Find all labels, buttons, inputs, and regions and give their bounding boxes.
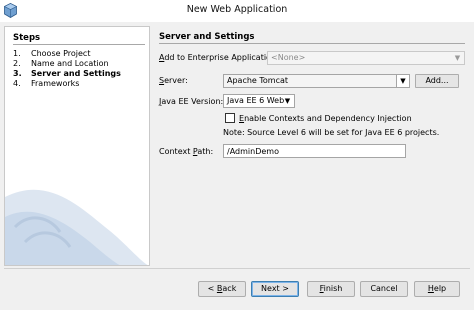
cancel-button[interactable]: Cancel (360, 281, 408, 297)
steps-heading-divider (13, 44, 145, 45)
step-label: Frameworks (31, 79, 80, 88)
step-number: 4. (13, 79, 21, 88)
add-server-button[interactable]: Add... (415, 74, 459, 88)
step-number: 1. (13, 49, 21, 58)
chevron-down-icon: ▼ (284, 97, 291, 105)
step-item: 1. Choose Project (13, 49, 90, 58)
label-text: dd to Enterprise Application: (164, 53, 279, 62)
server-label: Server: (159, 76, 188, 85)
select-value: Apache Tomcat (227, 76, 289, 85)
step-item: 4. Frameworks (13, 79, 79, 88)
finish-button[interactable]: Finish (307, 281, 355, 297)
steps-panel: Steps 1. Choose Project 2. Name and Locati… (4, 26, 150, 266)
chevron-down-icon: ▼ (454, 54, 461, 62)
button-text: ack (222, 284, 237, 293)
context-path-input[interactable] (224, 145, 405, 157)
content-heading-divider (159, 43, 465, 44)
label-text: ava EE Version: (161, 97, 224, 106)
button-text: elp (433, 284, 447, 293)
next-button[interactable]: Next > (251, 281, 299, 297)
step-number: 2. (13, 59, 21, 68)
step-item-current: 3. Server and Settings (13, 69, 121, 78)
context-path-label: Context Path: (159, 147, 213, 156)
content-panel: Server and Settings Add to Enterprise Ap… (151, 26, 470, 266)
enterprise-app-label: Add to Enterprise Application: (159, 53, 279, 62)
steps-heading: Steps (13, 33, 41, 43)
title-bar: New Web Application (0, 0, 474, 22)
window-title: New Web Application (186, 4, 288, 15)
label-text: nable Contexts and Dependency Injection (244, 114, 412, 123)
step-label: Choose Project (31, 49, 91, 58)
step-number: 3. (13, 69, 22, 78)
label-text: ath: (197, 147, 214, 156)
button-text: < (207, 284, 217, 293)
button-bar-divider (4, 268, 470, 269)
help-button[interactable]: Help (414, 281, 460, 297)
back-button[interactable]: < Back (198, 281, 246, 297)
java-ee-version-select[interactable]: Java EE 6 Web ▼ (223, 94, 295, 108)
enable-cdi-checkbox[interactable] (225, 113, 235, 123)
button-text: inish (323, 284, 343, 293)
enterprise-app-select[interactable]: <None> ▼ (267, 51, 465, 65)
label-text: erver: (164, 76, 188, 85)
enable-cdi-label[interactable]: Enable Contexts and Dependency Injection (239, 114, 412, 123)
select-value: <None> (271, 53, 306, 62)
content-heading: Server and Settings (159, 32, 255, 42)
label-text: Context (159, 147, 193, 156)
server-select[interactable]: Apache Tomcat ▼ (223, 74, 410, 88)
step-item: 2. Name and Location (13, 59, 109, 68)
step-label: Server and Settings (31, 69, 121, 78)
step-label: Name and Location (31, 59, 109, 68)
context-path-field[interactable] (223, 144, 406, 158)
source-level-note: Note: Source Level 6 will be set for Jav… (223, 128, 440, 137)
chevron-down-icon: ▼ (396, 75, 409, 87)
select-value: Java EE 6 Web (227, 96, 285, 105)
java-ee-version-label: Java EE Version: (159, 97, 223, 106)
